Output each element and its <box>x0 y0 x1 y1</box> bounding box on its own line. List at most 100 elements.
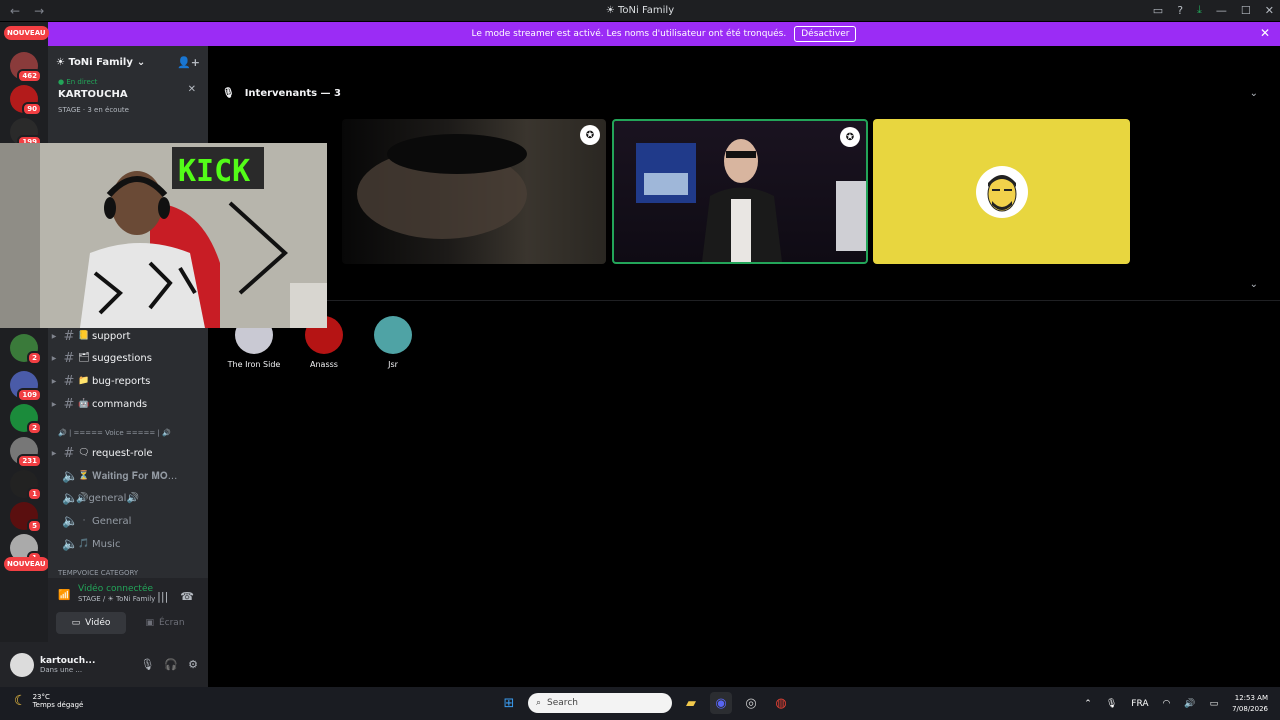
speaker-video-tile-active[interactable]: ✪ <box>612 119 868 264</box>
speakers-header[interactable]: 🎙 Intervenants — 3 <box>222 88 341 99</box>
hash-icon: # <box>63 396 75 412</box>
back-arrow-icon[interactable]: ← <box>10 4 20 18</box>
channel-suggestions[interactable]: ▶ # 🗂 suggestions <box>48 347 208 369</box>
chevron-up-icon[interactable]: ⌃ <box>1084 699 1092 709</box>
channel-general-voice[interactable]: 🔈 🔊general🔊 <box>48 487 208 509</box>
minimize-icon[interactable]: — <box>1216 4 1227 17</box>
category-tempvoice[interactable]: TEMPVOICE CATEGORY <box>58 569 138 577</box>
forward-arrow-icon[interactable]: → <box>34 4 44 18</box>
channel-label: Music <box>92 538 121 550</box>
close-window-icon[interactable]: ✕ <box>1265 4 1274 17</box>
search-icon: ⌕ <box>536 698 542 708</box>
video-button[interactable]: ▭ Vidéo <box>56 612 126 634</box>
speaker-icon: 🔈 <box>62 468 79 484</box>
server-header[interactable]: ☀ ToNi Family ⌄ 👤+ <box>48 46 208 78</box>
streamer-webcam-overlay: KICK <box>0 143 327 328</box>
channel-label: support <box>92 330 131 342</box>
hash-icon: # <box>63 350 75 366</box>
battery-icon[interactable]: ▭ <box>1210 699 1219 709</box>
speaker-icon: 🔈 <box>62 513 79 529</box>
channel-support[interactable]: ▶ # 📒 support <box>48 325 208 347</box>
disconnect-icon[interactable]: ☎ <box>180 590 194 603</box>
chevron-down-icon[interactable]: ⌄ <box>1250 88 1258 99</box>
system-tray: ⌃ 🎙 FRA ◠ 🔊 ▭ 12:53 AM 7/08/2026 <box>1084 693 1268 715</box>
live-stage-card[interactable]: ● En direct KARTOUCHA STAGE · 3 en écout… <box>48 78 208 114</box>
channel-label: 🔊general🔊 <box>76 492 139 504</box>
chevron-right-icon: ▶ <box>51 354 57 362</box>
server-icon[interactable]: 462 <box>10 52 42 83</box>
inbox-icon[interactable]: ▭ <box>1153 4 1163 17</box>
clock[interactable]: 12:53 AM 7/08/2026 <box>1232 693 1268 715</box>
webcam-frame: KICK <box>0 143 327 328</box>
search-placeholder: Search <box>547 698 578 708</box>
user-status: Dans une ... <box>40 665 83 674</box>
channel-waiting[interactable]: 🔈 ⏳ 𝐖𝐚𝐢𝐭𝐢𝐧𝐠 𝐅𝐨𝐫 𝐌𝐎... <box>48 465 208 487</box>
server-icon[interactable]: 109 <box>10 371 42 402</box>
category-voice[interactable]: 🔊 | ===== Voice ===== | 🔊 <box>58 429 171 437</box>
volume-icon[interactable]: 🔊 <box>1184 699 1195 709</box>
soundboard-icon[interactable]: ||| <box>157 590 168 603</box>
help-icon[interactable]: ? <box>1177 4 1183 17</box>
chevron-right-icon: ▶ <box>51 332 57 340</box>
taskbar-search[interactable]: ⌕ Search <box>528 693 672 713</box>
server-icon[interactable]: 2 <box>10 404 42 435</box>
microphone-icon: 🎙 <box>222 88 235 99</box>
server-icon[interactable]: 1 <box>10 470 42 501</box>
microphone-icon[interactable]: 🎙 <box>1106 699 1117 709</box>
language-indicator[interactable]: FRA <box>1131 699 1148 709</box>
channel-request-role[interactable]: ▶ # 🗨 request-role <box>48 442 208 464</box>
discord-window: ← → ☀ ToNi Family ▭ ? ⤓ — ☐ ✕ Le mode st… <box>0 0 1280 720</box>
channel-commands[interactable]: ▶ # 🤖 commands <box>48 393 208 415</box>
discord-app-icon[interactable]: ◉ <box>710 692 732 714</box>
video-frame <box>357 134 527 239</box>
server-icon[interactable]: 5 <box>10 502 42 533</box>
speaker-video-tile[interactable]: ✪ <box>342 119 606 264</box>
channel-general[interactable]: 🔈 · General <box>48 510 208 532</box>
wifi-icon[interactable]: ◠ <box>1163 699 1171 709</box>
channel-label: commands <box>92 398 148 410</box>
signal-icon[interactable]: 📶 <box>58 590 70 601</box>
app-icon[interactable]: ◎ <box>740 692 762 714</box>
gear-icon[interactable]: ⚙ <box>188 658 198 671</box>
disable-streamer-button[interactable]: Désactiver <box>794 26 857 42</box>
window-title: ☀ ToNi Family <box>605 5 675 16</box>
stage-main: 🎙 Intervenants — 3 ⌄ ✪ ✪ ⌄ The Iron Side… <box>208 46 1280 687</box>
hash-icon: # <box>63 373 75 389</box>
maximize-icon[interactable]: ☐ <box>1241 4 1251 17</box>
weather-widget[interactable]: ☾ 23°C Temps dégagé <box>14 693 83 709</box>
chevron-right-icon: ▶ <box>51 377 57 385</box>
microphone-icon[interactable]: 🎙 <box>140 658 154 671</box>
banner-close-icon[interactable]: ✕ <box>1260 26 1270 40</box>
user-info[interactable]: kartouch... Dans une ... <box>40 656 95 674</box>
new-badge: NOUVEAU <box>4 557 49 571</box>
add-member-icon[interactable]: 👤+ <box>177 56 200 69</box>
headphones-icon[interactable]: 🎧 <box>164 658 178 671</box>
server-icon[interactable]: 90 <box>10 85 42 116</box>
server-icon[interactable]: 2 <box>10 334 42 365</box>
close-icon[interactable]: ✕ <box>188 84 196 95</box>
avatar <box>975 165 1028 218</box>
channel-label: request-role <box>92 447 153 459</box>
server-icon[interactable]: 231 <box>10 437 42 468</box>
chevron-down-icon: ⌄ <box>136 56 146 68</box>
chrome-icon[interactable]: ◍ <box>770 692 792 714</box>
screen-share-button[interactable]: ▣ Écran <box>130 612 200 634</box>
file-explorer-icon[interactable]: ▰ <box>680 692 702 714</box>
audience-member[interactable]: Jsr <box>363 316 423 369</box>
channel-label: suggestions <box>92 352 152 364</box>
server-icon[interactable]: 199 <box>10 118 42 149</box>
download-icon[interactable]: ⤓ <box>1197 3 1202 17</box>
speakers-title: Intervenants — 3 <box>244 88 341 99</box>
avatar <box>374 316 412 354</box>
avatar[interactable] <box>10 652 34 677</box>
speaker-icon: 🔈 <box>62 490 79 506</box>
windows-start-icon[interactable]: ⊞ <box>498 692 520 714</box>
chevron-down-icon[interactable]: ⌄ <box>1250 279 1258 290</box>
live-name: KARTOUCHA <box>58 89 128 100</box>
channel-music[interactable]: 🔈 🎵 Music <box>48 533 208 555</box>
hash-icon: # <box>63 328 75 344</box>
server-name: ☀ ToNi Family <box>56 56 133 68</box>
channel-bug-reports[interactable]: ▶ # 📁 bug-reports <box>48 370 208 392</box>
screen-icon: ▣ <box>145 618 154 628</box>
speaker-avatar-tile[interactable] <box>873 119 1130 264</box>
